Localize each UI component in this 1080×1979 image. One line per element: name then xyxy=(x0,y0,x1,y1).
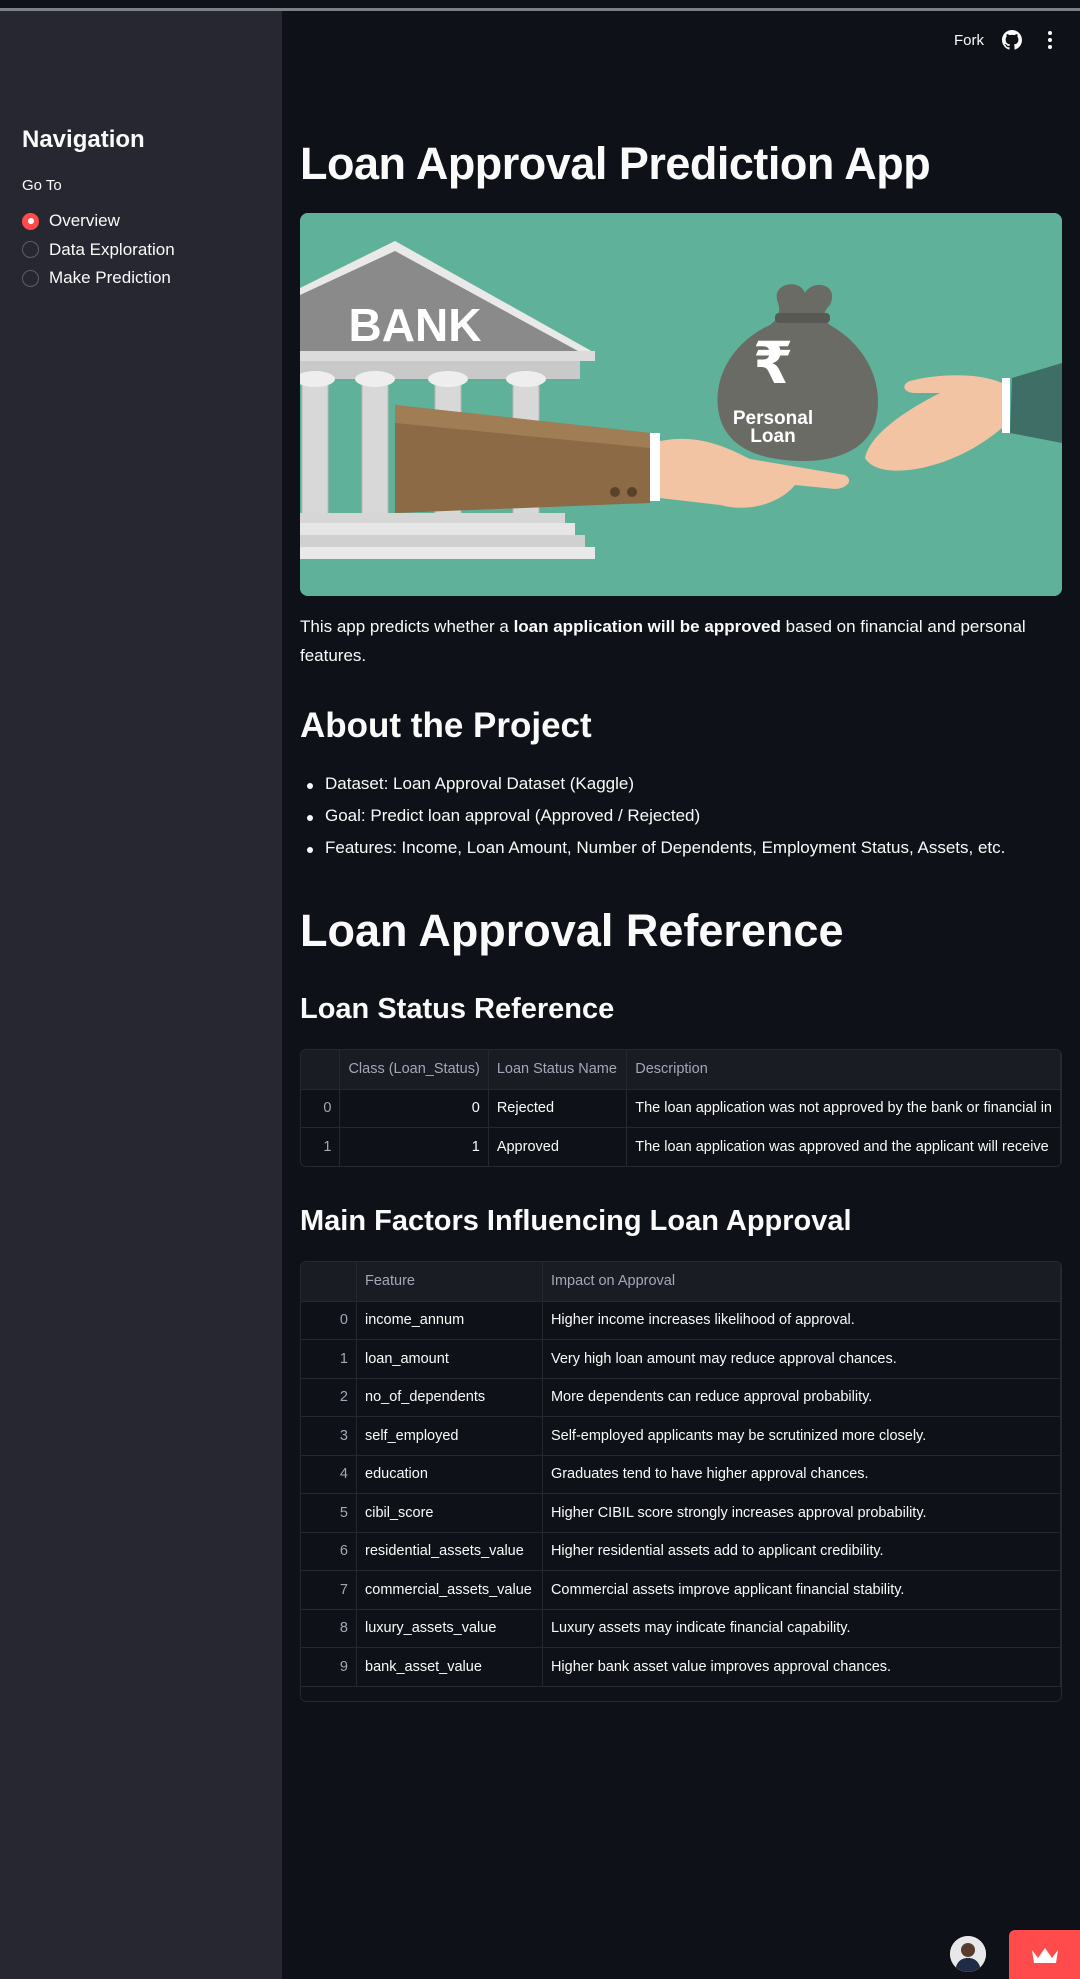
table-header-row: Feature Impact on Approval xyxy=(301,1262,1061,1302)
intro-text: This app predicts whether a xyxy=(300,617,514,636)
table-row: 0 income_annum Higher income increases lik… xyxy=(301,1301,1061,1340)
table-cell[interactable]: Very high loan amount may reduce approva… xyxy=(542,1339,1061,1379)
column-header[interactable]: Loan Status Name xyxy=(488,1050,628,1090)
column-header[interactable]: Description xyxy=(626,1050,1061,1090)
reference-heading: Loan Approval Reference xyxy=(300,905,844,956)
status-heading: Loan Status Reference xyxy=(300,993,615,1025)
radio-selected-icon xyxy=(22,212,39,230)
row-index: 8 xyxy=(301,1609,357,1648)
streamlit-crown-button[interactable] xyxy=(1009,1930,1080,1979)
table-cell[interactable]: 1 xyxy=(339,1127,489,1166)
sidebar-title: Navigation xyxy=(22,126,145,153)
sidebar: Navigation Go To Overview Data Explorati… xyxy=(0,11,282,1979)
table-cell[interactable]: Graduates tend to have higher approval c… xyxy=(542,1455,1061,1494)
table-cell[interactable]: Higher income increases likelihood of ap… xyxy=(542,1301,1061,1340)
table-cell[interactable]: Higher bank asset value improves approva… xyxy=(542,1647,1061,1687)
table-cell[interactable]: Rejected xyxy=(488,1089,628,1128)
list-item: Goal: Predict loan approval (Approved / … xyxy=(306,806,1005,838)
about-heading: About the Project xyxy=(300,706,592,745)
list-item: Features: Income, Loan Amount, Number of… xyxy=(306,838,1005,870)
table-cell[interactable]: The loan application was approved and th… xyxy=(626,1127,1061,1166)
row-index: 0 xyxy=(301,1301,357,1340)
row-index: 1 xyxy=(301,1339,357,1379)
column-header[interactable]: Feature xyxy=(356,1262,543,1302)
row-index: 5 xyxy=(301,1493,357,1533)
list-item: Dataset: Loan Approval Dataset (Kaggle) xyxy=(306,774,1005,806)
table-cell[interactable]: no_of_dependents xyxy=(356,1378,543,1417)
table-row: 1 1 Approved The loan application was ap… xyxy=(301,1127,1061,1166)
table-cell[interactable]: Self-employed applicants may be scrutini… xyxy=(542,1416,1061,1456)
table-cell[interactable]: Approved xyxy=(488,1127,628,1166)
table-cell[interactable]: cibil_score xyxy=(356,1493,543,1533)
table-cell[interactable]: commercial_assets_value xyxy=(356,1570,543,1610)
table-cell[interactable]: residential_assets_value xyxy=(356,1532,543,1571)
radio-label: Make Prediction xyxy=(49,268,171,288)
table-cell[interactable]: More dependents can reduce approval prob… xyxy=(542,1378,1061,1417)
intro-bold-text: loan application will be approved xyxy=(513,617,781,636)
intro-paragraph: This app predicts whether a loan applica… xyxy=(300,612,1062,670)
row-index: 7 xyxy=(301,1570,357,1610)
bag-text-loan: Loan xyxy=(750,426,795,447)
crown-icon xyxy=(1031,1947,1058,1963)
table-cell[interactable]: Commercial assets improve applicant fina… xyxy=(542,1570,1061,1610)
table-row: 7 commercial_assets_value Commercial asset… xyxy=(301,1570,1061,1610)
column-header[interactable]: Class (Loan_Status) xyxy=(339,1050,489,1090)
about-list: Dataset: Loan Approval Dataset (Kaggle) … xyxy=(306,774,1005,870)
table-row: 1 loan_amount Very high loan amount may re… xyxy=(301,1339,1061,1379)
table-row: 8 luxury_assets_value Luxury assets may in… xyxy=(301,1609,1061,1648)
github-icon[interactable] xyxy=(1002,30,1022,50)
table-cell[interactable]: income_annum xyxy=(356,1301,543,1340)
row-index: 3 xyxy=(301,1416,357,1456)
row-index: 6 xyxy=(301,1532,357,1571)
row-index: 0 xyxy=(301,1089,341,1128)
column-header[interactable] xyxy=(301,1262,357,1302)
factors-heading: Main Factors Influencing Loan Approval xyxy=(300,1205,852,1237)
radio-unselected-icon xyxy=(22,241,39,259)
navigation-radio-group: Overview Data Exploration Make Predictio… xyxy=(22,207,175,293)
table-cell[interactable]: Luxury assets may indicate financial cap… xyxy=(542,1609,1061,1648)
rupee-symbol: ₹ xyxy=(753,329,793,397)
app-header-actions: Fork xyxy=(954,30,1060,50)
table-cell[interactable]: bank_asset_value xyxy=(356,1647,543,1687)
table-cell[interactable]: self_employed xyxy=(356,1416,543,1456)
bank-sign-text: BANK xyxy=(349,299,482,351)
radio-label: Data Exploration xyxy=(49,239,175,259)
table-cell[interactable]: Higher CIBIL score strongly increases ap… xyxy=(542,1493,1061,1533)
table-cell[interactable]: education xyxy=(356,1455,543,1494)
factors-dataframe[interactable]: Feature Impact on Approval 0 income_annum… xyxy=(300,1261,1062,1702)
table-row: 3 self_employed Self-employed applicants m… xyxy=(301,1416,1061,1456)
radio-unselected-icon xyxy=(22,269,39,287)
hero-image: BANK ₹ Personal Loan xyxy=(300,213,1062,596)
table-row: 4 education Graduates tend to have higher … xyxy=(301,1455,1061,1494)
status-dataframe[interactable]: Class (Loan_Status) Loan Status Name Des… xyxy=(300,1049,1062,1167)
table-row: 9 bank_asset_value Higher bank asset value… xyxy=(301,1647,1061,1687)
radio-overview[interactable]: Overview xyxy=(22,207,175,236)
row-index: 1 xyxy=(301,1127,341,1166)
table-row: 2 no_of_dependents More dependents can red… xyxy=(301,1378,1061,1417)
column-header[interactable]: Impact on Approval xyxy=(542,1262,1061,1302)
table-row: 6 residential_assets_value Higher resident… xyxy=(301,1532,1061,1571)
table-header-row: Class (Loan_Status) Loan Status Name Des… xyxy=(301,1050,1061,1090)
radio-make-prediction[interactable]: Make Prediction xyxy=(22,264,175,293)
row-index: 9 xyxy=(301,1647,357,1687)
user-avatar[interactable] xyxy=(950,1936,986,1972)
table-cell[interactable]: 0 xyxy=(339,1089,489,1128)
column-header[interactable] xyxy=(301,1050,341,1090)
row-index: 4 xyxy=(301,1455,357,1494)
table-row: 0 0 Rejected The loan application was no… xyxy=(301,1089,1061,1128)
table-cell[interactable]: The loan application was not approved by… xyxy=(626,1089,1061,1128)
table-cell[interactable]: loan_amount xyxy=(356,1339,543,1379)
table-row: 5 cibil_score Higher CIBIL score strongly … xyxy=(301,1493,1061,1533)
table-cell[interactable]: luxury_assets_value xyxy=(356,1609,543,1648)
main-menu-icon[interactable] xyxy=(1040,30,1060,50)
page-title: Loan Approval Prediction App xyxy=(300,138,931,189)
row-index: 2 xyxy=(301,1378,357,1417)
radio-label: Overview xyxy=(49,211,120,231)
radio-data-exploration[interactable]: Data Exploration xyxy=(22,236,175,265)
goto-label: Go To xyxy=(22,177,62,194)
table-cell[interactable]: Higher residential assets add to applica… xyxy=(542,1532,1061,1571)
fork-button[interactable]: Fork xyxy=(954,32,984,49)
